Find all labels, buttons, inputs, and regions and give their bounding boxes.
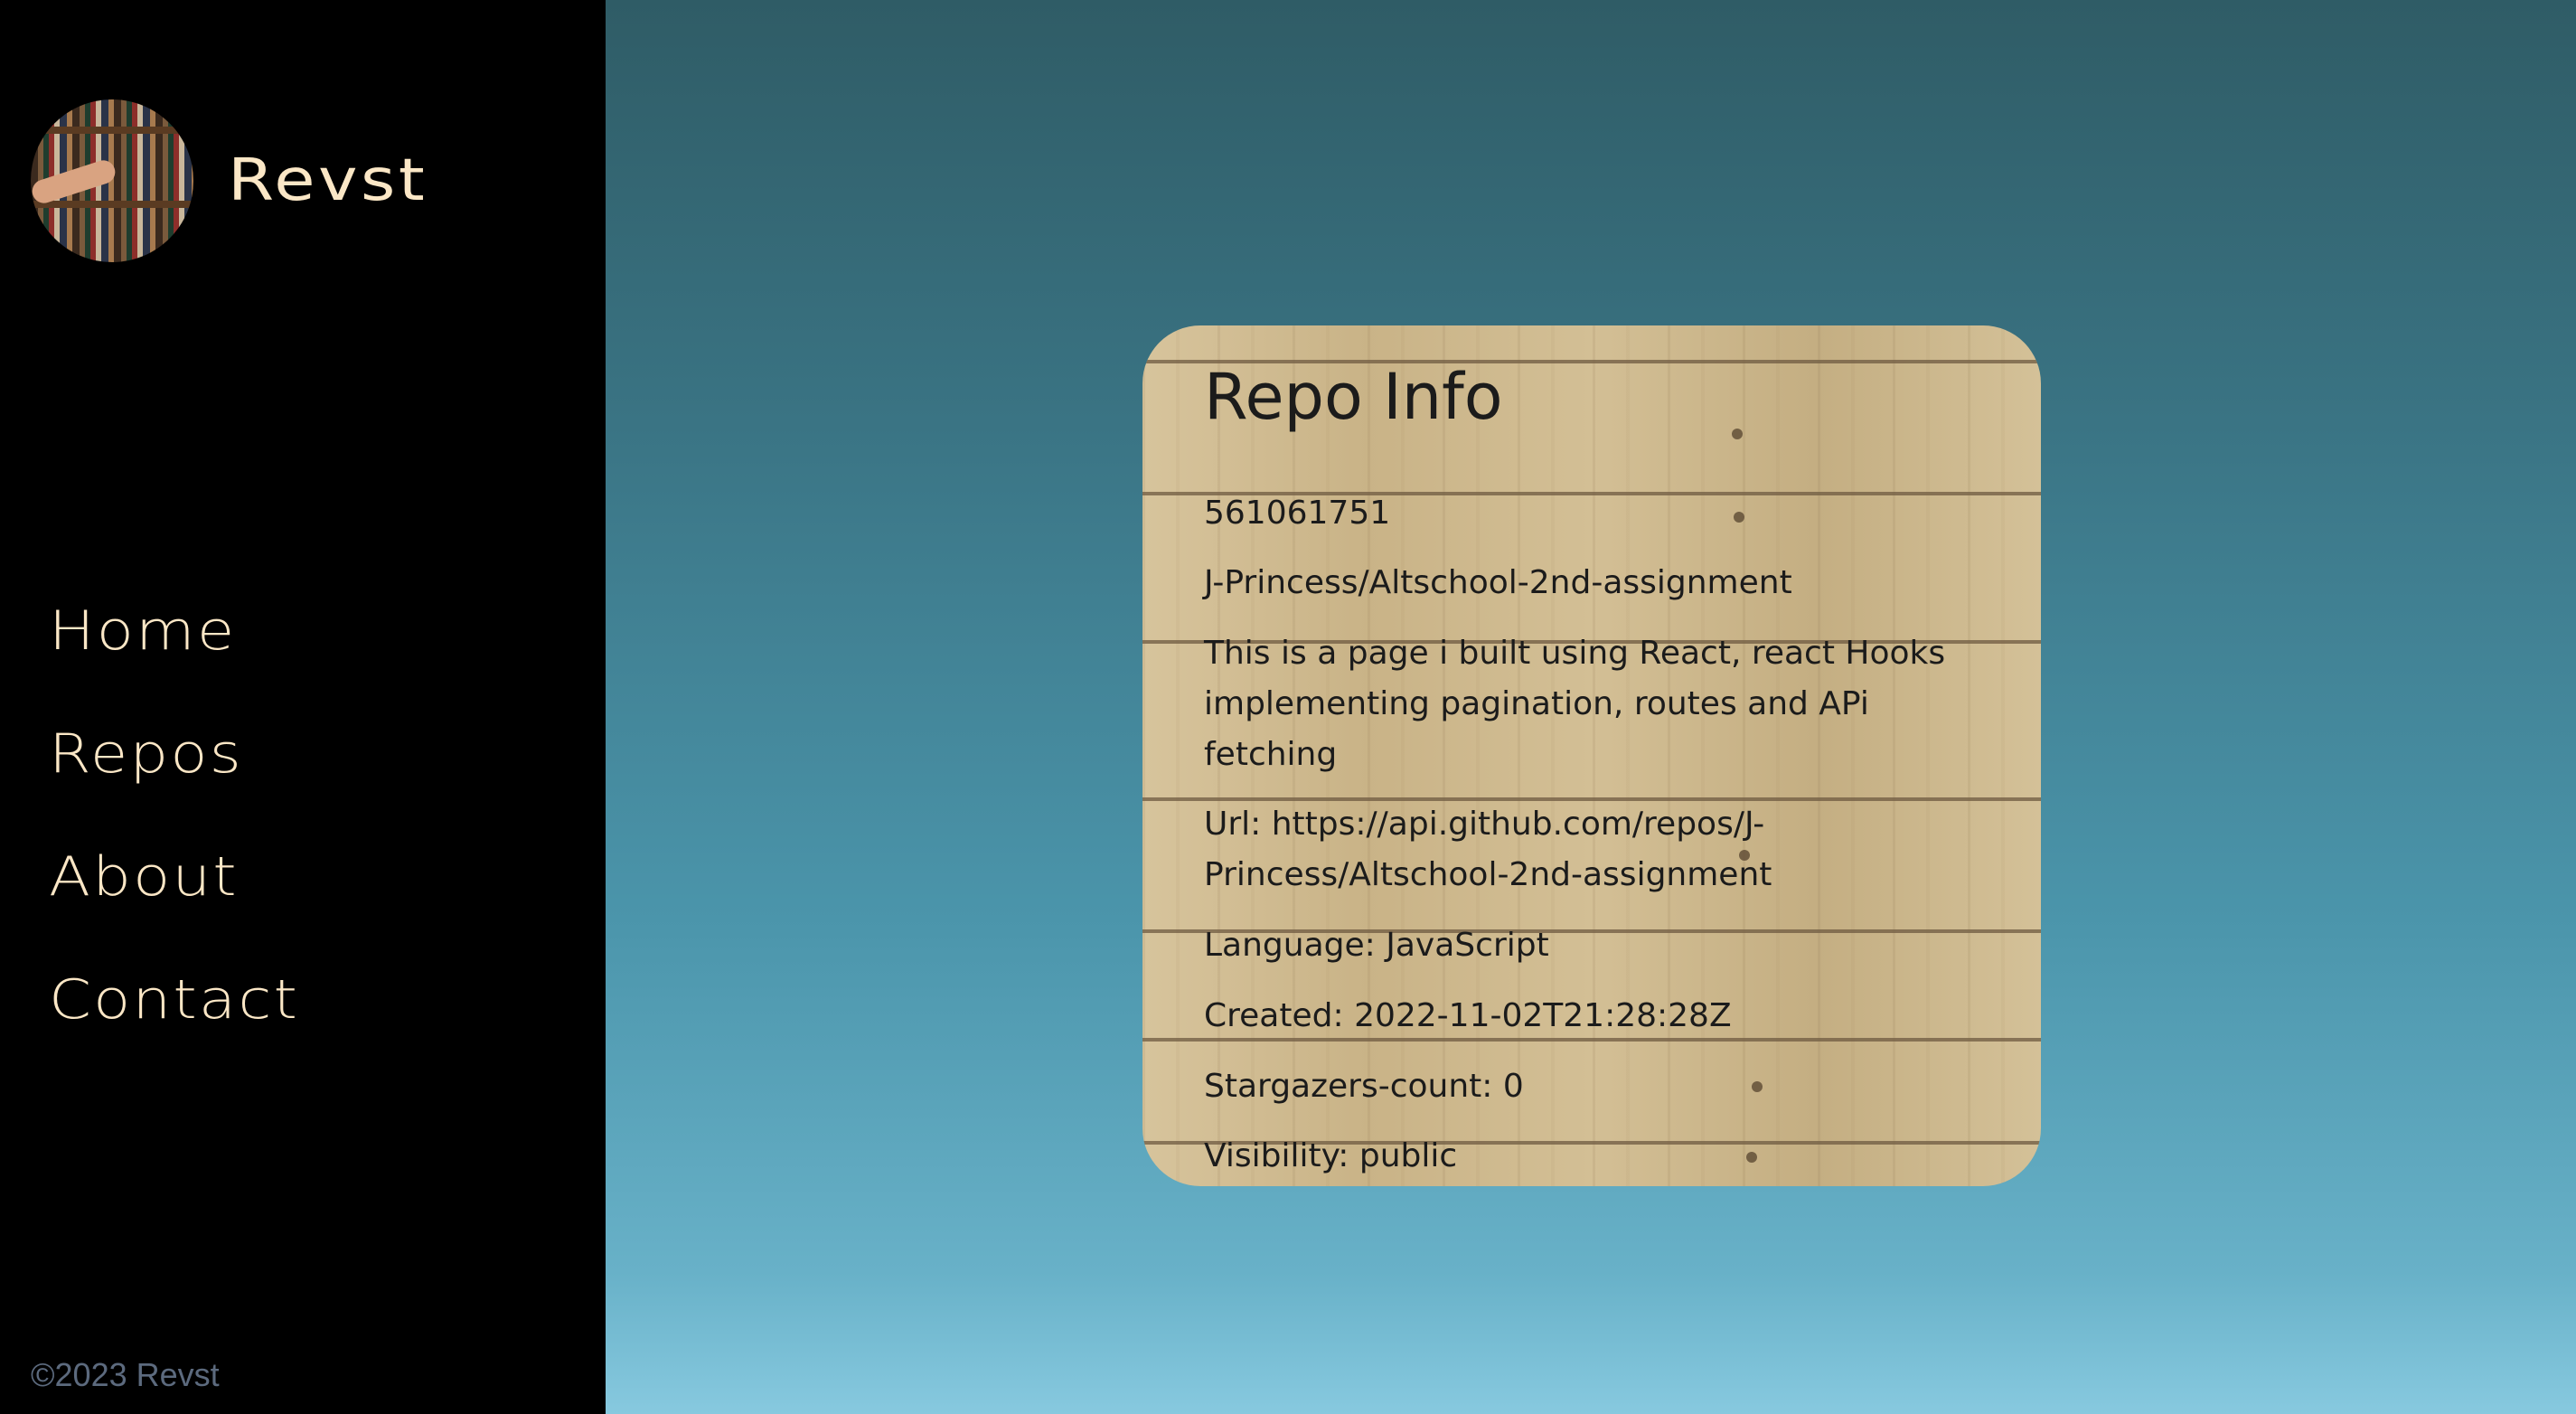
repo-id: 561061751 [1204,488,1969,539]
footer-copyright: ©2023 Revst [31,1356,220,1393]
repo-full-name-value: J-Princess/Altschool-2nd-assignment [1204,564,1792,602]
repo-description: This is a page i built using React, reac… [1204,628,1969,779]
repo-info-card: Repo Info 561061751 J-Princess/Altschool… [1142,325,2041,1186]
repo-description-value: This is a page i built using React, reac… [1204,635,1946,773]
card-title: Repo Info [1204,360,1503,434]
nav-link-about[interactable]: About [49,845,239,909]
sidebar-item-repos: Repos [49,693,272,815]
repo-language: Language: JavaScript [1204,920,1969,971]
repo-visibility: Visibility: public [1204,1131,1969,1182]
repo-visibility-label: Visibility: [1204,1137,1349,1175]
sidebar-item-contact: Contact [49,938,297,1061]
repo-created-value: 2022-11-02T21:28:28Z [1354,996,1732,1034]
sidebar-item-about: About [49,815,272,938]
repo-visibility-value: public [1359,1137,1458,1175]
nav-link-repos[interactable]: Repos [49,722,243,786]
repo-created-label: Created: [1204,996,1344,1034]
repo-url: Url: https://api.github.com/repos/J-Prin… [1204,799,1969,900]
repo-url-label: Url: [1204,806,1262,844]
repo-stargazers: Stargazers-count: 0 [1204,1061,1969,1112]
repo-info-content: Repo Info 561061751 J-Princess/Altschool… [1204,358,1969,1186]
nav-link-contact[interactable]: Contact [49,968,299,1032]
brand-name: Revst [228,147,428,214]
repo-url-value: https://api.github.com/repos/J-Princess/… [1204,806,1772,894]
nav-link-home[interactable]: Home [49,599,236,663]
sidebar: Revst Home Repos About Contact ©2023 Rev… [0,0,606,1414]
avatar-hand [31,156,118,207]
page: Revst Home Repos About Contact ©2023 Rev… [0,0,2576,1414]
avatar [31,99,193,262]
repo-id-value: 561061751 [1204,494,1391,532]
avatar-shelf [31,201,193,208]
avatar-shelf [31,127,193,134]
brand[interactable]: Revst [31,99,425,262]
repo-stargazers-value: 0 [1502,1067,1524,1105]
sidebar-nav: Home Repos About Contact [49,570,297,1061]
sidebar-item-home: Home [49,570,272,693]
repo-created: Created: 2022-11-02T21:28:28Z [1204,991,1969,1042]
repo-stargazers-label: Stargazers-count: [1204,1067,1493,1105]
repo-language-label: Language: [1204,927,1376,965]
repo-language-value: JavaScript [1386,927,1549,965]
repo-full-name: J-Princess/Altschool-2nd-assignment [1204,558,1969,608]
